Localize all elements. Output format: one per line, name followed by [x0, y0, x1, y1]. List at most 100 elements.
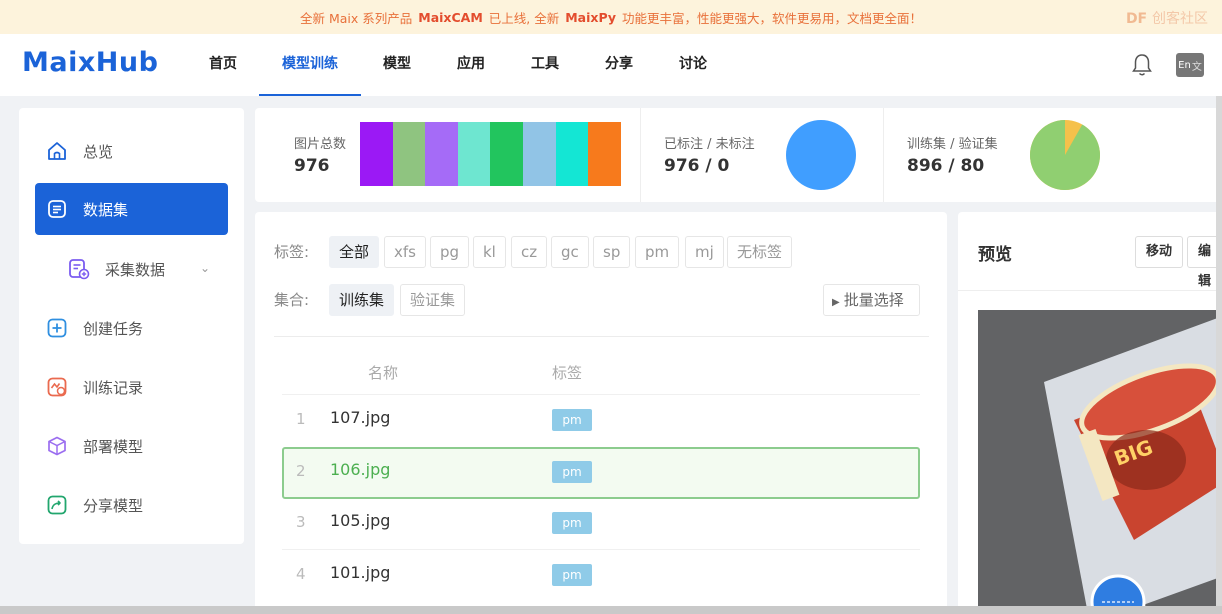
announcement-banner: 全新 Maix 系列产品 MaixCAM 已上线, 全新 MaixPy 功能更丰…: [0, 0, 1222, 34]
cube-icon: [45, 434, 69, 458]
row-index: 2: [296, 462, 306, 480]
banner-prefix: 全新 Maix 系列产品: [299, 10, 413, 26]
language-switch-icon[interactable]: En 文: [1176, 53, 1204, 77]
column-header-name: 名称: [368, 364, 399, 382]
tag-filter-kl[interactable]: kl: [473, 236, 506, 268]
labeled-pie-chart: [786, 120, 856, 190]
row-tag-badge: pm: [552, 564, 592, 586]
nav-models[interactable]: 模型: [383, 34, 411, 96]
horizontal-scrollbar[interactable]: [0, 606, 1222, 614]
row-index: 3: [296, 513, 306, 531]
class-color-swatch: [588, 122, 621, 186]
watermark-brand: DF: [1125, 11, 1148, 27]
tag-filter-label: 标签:: [274, 243, 310, 261]
class-color-swatch: [457, 122, 491, 186]
class-color-bar: [360, 122, 621, 186]
sidebar-item-label: 数据集: [83, 200, 129, 219]
chevron-down-icon[interactable]: ⌄: [200, 261, 210, 275]
tag-filter-none[interactable]: 无标签: [727, 236, 793, 268]
tag-filter-sp[interactable]: sp: [593, 236, 631, 268]
preview-panel: 预览 移动 编辑 BIG: [958, 212, 1222, 614]
dataset-icon: [45, 197, 69, 221]
tag-filter-cz[interactable]: cz: [511, 236, 548, 268]
stat-divider: [640, 108, 641, 202]
class-color-swatch: [425, 122, 458, 186]
labeled-value: 976 / 0: [664, 156, 730, 176]
file-name: 105.jpg: [330, 511, 391, 530]
stat-divider: [883, 108, 884, 202]
row-index: 1: [296, 410, 306, 428]
sidebar-item-label: 创建任务: [83, 319, 144, 338]
table-row[interactable]: 3 105.jpg pm: [282, 498, 920, 550]
tag-filter-pm[interactable]: pm: [635, 236, 680, 268]
table-row-selected[interactable]: 2 106.jpg pm: [282, 447, 920, 499]
nav-tools[interactable]: 工具: [531, 34, 559, 96]
set-filter-train[interactable]: 训练集: [329, 284, 395, 316]
tag-filter-xfs[interactable]: xfs: [384, 236, 426, 268]
sidebar-item-dataset[interactable]: 数据集: [35, 183, 228, 235]
row-tag-badge: pm: [552, 512, 592, 534]
row-tag-badge: pm: [552, 409, 592, 431]
top-nav: MaixHub 首页 模型训练 模型 应用 工具 分享 讨论 En 文: [0, 34, 1222, 96]
nav-share[interactable]: 分享: [605, 34, 633, 96]
column-header-tag: 标签: [552, 364, 583, 382]
class-color-swatch: [392, 122, 426, 186]
tag-filter-all[interactable]: 全部: [329, 236, 380, 268]
tag-filter-mj[interactable]: mj: [685, 236, 724, 268]
tag-filter-gc[interactable]: gc: [551, 236, 589, 268]
preview-photo: BIG: [978, 310, 1222, 614]
row-index: 4: [296, 565, 306, 583]
table-row[interactable]: 4 101.jpg pm: [282, 550, 920, 602]
tag-filter-pg[interactable]: pg: [430, 236, 470, 268]
class-color-swatch: [360, 122, 393, 186]
nav-apps[interactable]: 应用: [457, 34, 485, 96]
class-color-swatch: [555, 122, 589, 186]
total-images-value: 976: [294, 156, 330, 176]
lang-glyph: 文: [1191, 61, 1202, 73]
sidebar-item-create-task[interactable]: 创建任务: [35, 302, 228, 354]
set-filter-val[interactable]: 验证集: [400, 284, 466, 316]
caret-right-icon: ▶: [832, 297, 840, 308]
labeled-label: 已标注 / 未标注: [664, 137, 755, 152]
sidebar-item-training-history[interactable]: 训练记录: [35, 361, 228, 413]
nav-model-training[interactable]: 模型训练: [259, 34, 361, 96]
sidebar-item-label: 分享模型: [83, 496, 144, 515]
split-value: 896 / 80: [907, 156, 985, 176]
home-icon: [45, 139, 69, 163]
nav-discuss[interactable]: 讨论: [679, 34, 707, 96]
class-color-swatch: [522, 122, 556, 186]
sidebar: 总览 数据集 采集数据 ⌄ 创建任务 训练记录 部署模型 分享模型: [19, 108, 244, 544]
divider: [274, 336, 929, 337]
move-button[interactable]: 移动: [1135, 236, 1184, 268]
vertical-scrollbar[interactable]: [1216, 96, 1222, 614]
row-tag-badge: pm: [552, 461, 592, 483]
sidebar-item-collect[interactable]: 采集数据 ⌄: [35, 243, 228, 295]
sidebar-item-label: 训练记录: [83, 378, 144, 397]
sidebar-item-label: 部署模型: [83, 437, 144, 456]
watermark: DF 创客社区: [1126, 8, 1208, 28]
sidebar-item-label: 采集数据: [105, 260, 166, 279]
batch-select-button[interactable]: ▶ 批量选择: [823, 284, 920, 316]
history-icon: [45, 375, 69, 399]
bell-icon[interactable]: [1130, 52, 1154, 78]
total-images-label: 图片总数: [294, 137, 347, 152]
banner-product2-link[interactable]: MaixPy: [565, 10, 616, 25]
sidebar-item-share-model[interactable]: 分享模型: [35, 479, 228, 531]
sidebar-item-deploy-model[interactable]: 部署模型: [35, 420, 228, 472]
labeled-pie-slice: [786, 120, 856, 190]
banner-suffix: 功能更丰富，性能更强大，软件更易用，文档更全面！: [621, 10, 922, 26]
preview-title: 预览: [978, 245, 1012, 265]
collect-icon: [67, 257, 91, 281]
sidebar-item-overview[interactable]: 总览: [35, 125, 228, 177]
class-color-swatch: [490, 122, 523, 186]
lang-label: En: [1178, 59, 1191, 71]
maixhub-logo[interactable]: MaixHub: [22, 47, 158, 78]
plus-box-icon: [45, 316, 69, 340]
banner-mid: 已上线, 全新: [488, 10, 560, 26]
split-pie-chart: [1030, 120, 1100, 190]
preview-image: BIG: [978, 310, 1222, 614]
nav-home[interactable]: 首页: [209, 34, 237, 96]
set-filter-label: 集合:: [274, 291, 310, 309]
table-row[interactable]: 1 107.jpg pm: [282, 395, 920, 447]
banner-product-link[interactable]: MaixCAM: [418, 10, 483, 25]
